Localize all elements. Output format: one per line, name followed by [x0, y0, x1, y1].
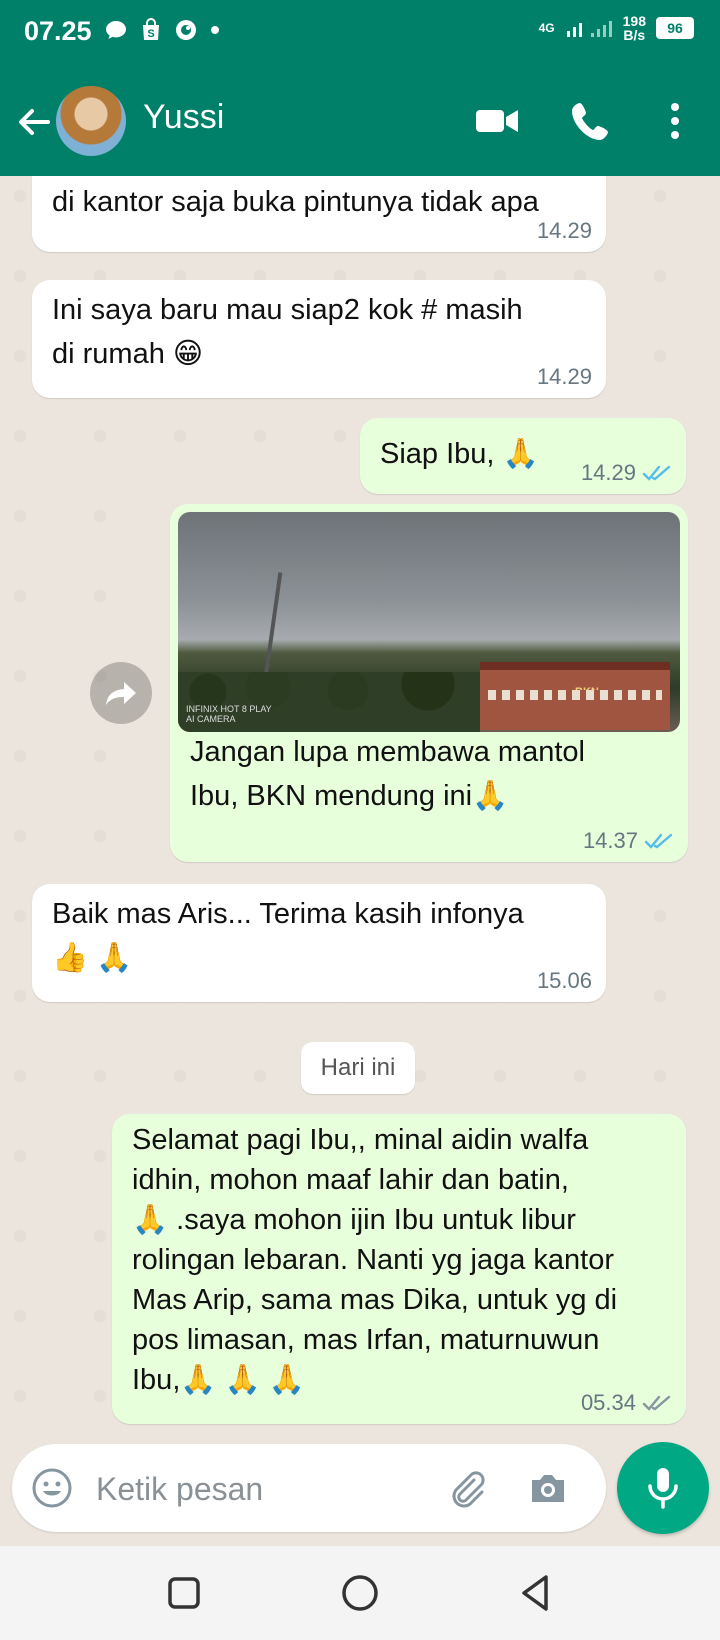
message-incoming[interactable]: di kantor saja buka pintunya tidak apa 1… [32, 176, 606, 252]
message-text: Baik mas Aris... Terima kasih infonya 👍 … [52, 898, 524, 974]
message-text: Siap Ibu, 🙏 [380, 438, 539, 470]
message-time: 15.06 [536, 968, 592, 993]
message-text: Ini saya baru mau siap2 kok # masih di r… [52, 294, 523, 370]
message-text: Selamat pagi Ibu,, minal aidin walfa idh… [132, 1124, 618, 1396]
message-composer [12, 1444, 606, 1532]
video-call-icon[interactable] [474, 98, 520, 144]
paperclip-icon[interactable] [444, 1466, 488, 1510]
svg-text:S: S [147, 28, 154, 40]
recents-icon[interactable] [159, 1568, 209, 1618]
message-incoming[interactable]: Baik mas Aris... Terima kasih infonya 👍 … [32, 884, 606, 1002]
delivered-ticks-icon [642, 1395, 671, 1411]
message-input[interactable] [94, 1458, 428, 1520]
message-time: 05.34 [581, 1390, 672, 1416]
message-time: 14.29 [536, 218, 592, 243]
message-time: 14.29 [536, 364, 592, 389]
more-vertical-icon[interactable] [652, 98, 698, 144]
read-ticks-icon [644, 833, 673, 849]
image-caption: Jangan lupa membawa mantol Ibu, BKN mend… [190, 736, 585, 812]
avatar[interactable] [56, 86, 126, 156]
forward-icon [106, 682, 136, 705]
message-photo[interactable]: BKN INFINIX HOT 8 PLAY AI CAMERA [178, 512, 680, 732]
back-nav-icon[interactable] [511, 1568, 561, 1618]
shopping-bag-icon: S [143, 18, 159, 40]
dot-icon [211, 26, 219, 34]
message-outgoing-image[interactable]: BKN INFINIX HOT 8 PLAY AI CAMERA Jangan … [170, 504, 688, 862]
chat-header: Yussi [0, 68, 720, 176]
signal-icon [566, 21, 612, 37]
home-icon[interactable] [335, 1568, 385, 1618]
microphone-icon [648, 1468, 678, 1509]
photo-building: BKN [480, 662, 670, 730]
contact-name[interactable]: Yussi [143, 98, 224, 137]
emoji-icon[interactable] [30, 1466, 74, 1510]
message-text: di kantor saja buka pintunya tidak apa [52, 186, 539, 218]
chat-area[interactable]: di kantor saja buka pintunya tidak apa 1… [0, 176, 720, 1456]
camera-icon[interactable] [526, 1466, 570, 1510]
status-right: 4G 198 B/s 96 [539, 14, 694, 42]
message-outgoing[interactable]: Selamat pagi Ibu,, minal aidin walfa idh… [112, 1114, 686, 1424]
app-notification-icon [176, 20, 196, 40]
message-incoming[interactable]: Ini saya baru mau siap2 kok # masih di r… [32, 280, 606, 398]
system-nav-bar [0, 1546, 720, 1640]
chat-notification-icon [106, 21, 126, 39]
message-outgoing[interactable]: Siap Ibu, 🙏 14.29 [360, 418, 686, 494]
battery-indicator: 96 [656, 17, 694, 39]
net-speed: 198 B/s [622, 13, 646, 43]
phone-icon[interactable] [568, 98, 614, 144]
read-ticks-icon [642, 465, 671, 481]
voice-message-button[interactable] [617, 1442, 709, 1534]
message-time: 14.37 [583, 828, 674, 854]
arrow-left-icon[interactable] [14, 102, 54, 142]
status-bar: 07.25 S 4G 198 B/s 96 [0, 0, 720, 68]
notification-icons: S [104, 18, 220, 42]
forward-button[interactable] [90, 662, 152, 724]
date-divider: Hari ini [301, 1042, 415, 1094]
camera-watermark: INFINIX HOT 8 PLAY AI CAMERA [186, 704, 272, 724]
message-time: 14.29 [581, 460, 672, 486]
network-type: 4G [538, 21, 555, 35]
status-time: 07.25 [24, 16, 92, 46]
